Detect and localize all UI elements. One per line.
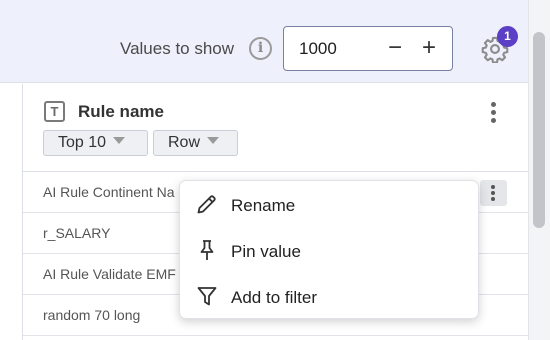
pencil-icon	[197, 195, 216, 214]
filter-icon	[197, 287, 217, 306]
info-icon[interactable]: i	[249, 37, 272, 60]
row-dropdown[interactable]: Row	[153, 130, 238, 156]
menu-item-rename[interactable]: Rename	[180, 183, 480, 225]
top-n-dropdown[interactable]: Top 10	[43, 130, 148, 156]
values-toolbar: Values to show i 1000 − + 1	[0, 0, 528, 83]
settings-badge: 1	[497, 26, 518, 47]
row-value: random 70 long	[43, 307, 141, 323]
pin-icon	[200, 240, 214, 260]
values-count-input[interactable]: 1000	[299, 39, 337, 59]
increment-button[interactable]: +	[417, 34, 441, 62]
text-type-icon: T	[44, 101, 65, 122]
row-value: AI Rule Validate EMF	[43, 266, 176, 282]
data-grid-panel: Values to show i 1000 − + 1 T Rule name …	[0, 0, 550, 340]
row-value: r_SALARY	[43, 225, 111, 241]
chevron-down-icon	[113, 137, 126, 145]
column-menu-icon[interactable]	[485, 100, 501, 126]
chevron-down-icon	[207, 137, 220, 145]
row-value: AI Rule Continent Na	[43, 184, 175, 200]
row-menu-icon[interactable]	[480, 180, 507, 206]
column-header: T Rule name Top 10 Row	[23, 84, 528, 172]
menu-item-pin-value[interactable]: Pin value	[180, 229, 480, 271]
rename-label: Rename	[231, 196, 296, 215]
column-title: Rule name	[78, 102, 164, 121]
context-menu: Rename Pin value Add to filter	[179, 180, 479, 319]
values-to-show-label: Values to show	[120, 39, 235, 58]
row-label: Row	[168, 134, 201, 151]
menu-item-add-to-filter[interactable]: Add to filter	[180, 275, 480, 317]
top-n-label: Top 10	[58, 134, 107, 151]
pin-value-label: Pin value	[231, 242, 301, 261]
scrollbar-thumb[interactable]	[533, 32, 545, 228]
values-count-stepper[interactable]: 1000 − +	[283, 26, 453, 71]
decrement-button[interactable]: −	[383, 34, 407, 62]
add-to-filter-label: Add to filter	[231, 288, 317, 307]
